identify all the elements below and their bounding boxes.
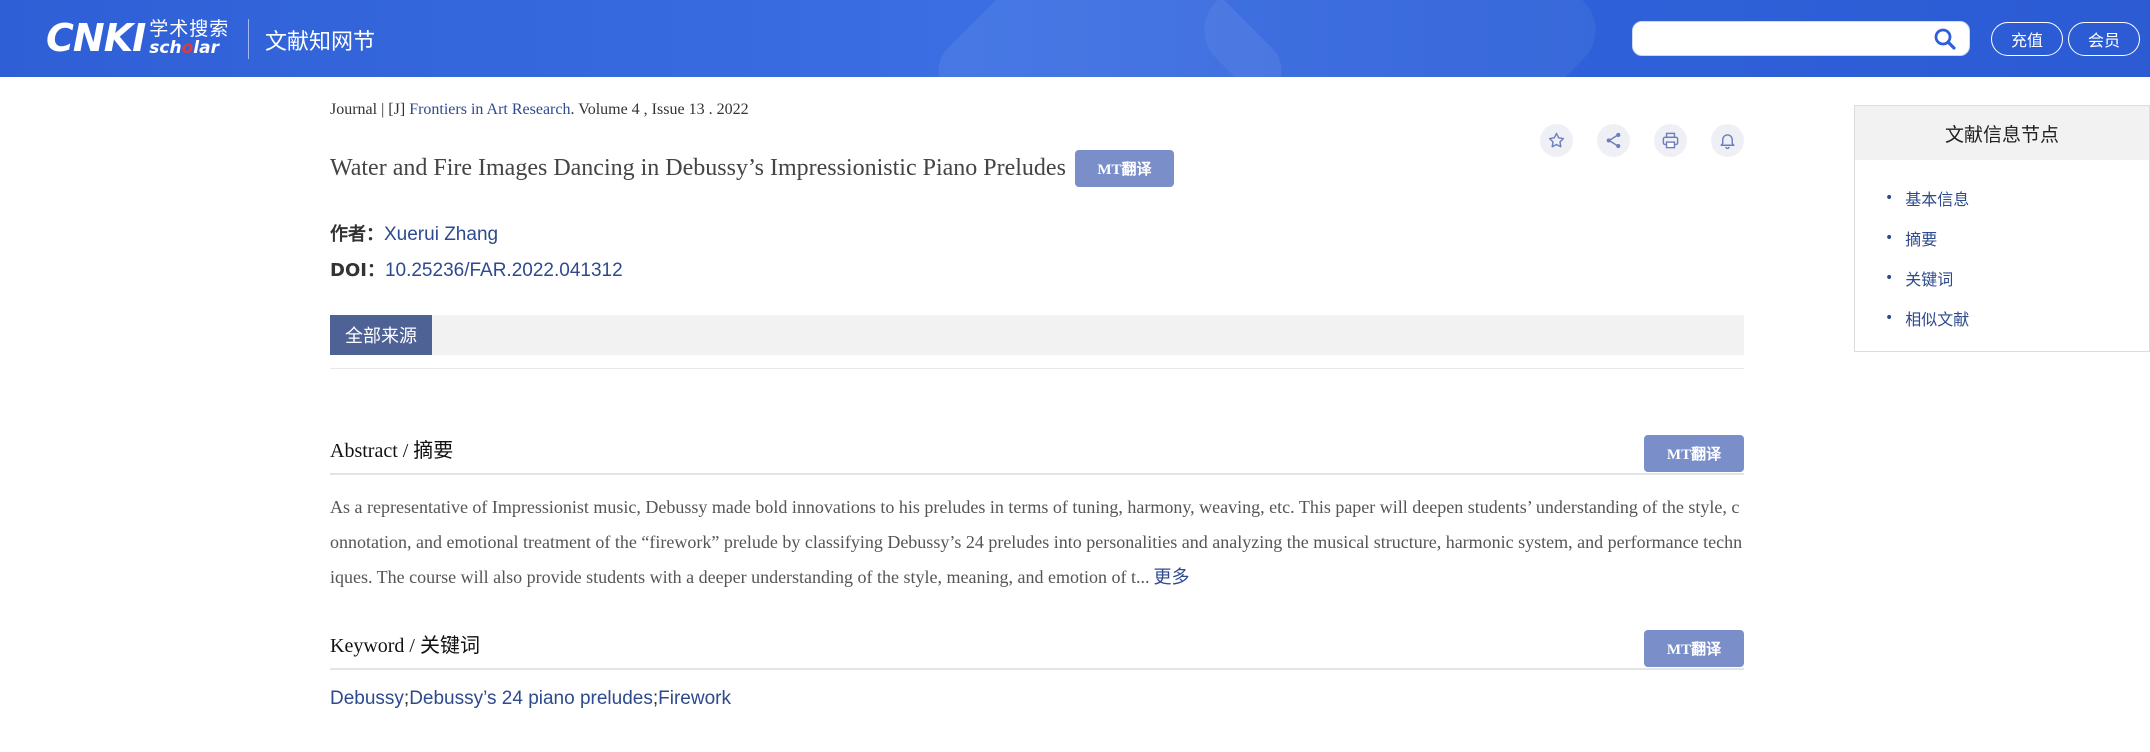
panel-nav: 基本信息 摘要 关键词 相似文献 (1855, 160, 2149, 338)
nav-item-abstract[interactable]: 摘要 (1885, 218, 2149, 258)
tab-all-sources[interactable]: 全部来源 (330, 315, 432, 355)
doi-line: DOI：10.25236/FAR.2022.041312 (330, 256, 623, 282)
search-icon[interactable] (1933, 27, 1957, 51)
cnki-scholar-logo[interactable]: CNKI 学术搜索 scholar (46, 14, 229, 62)
article-title: Water and Fire Images Dancing in Debussy… (330, 155, 1066, 181)
abstract-heading: Abstract / 摘要 (330, 440, 454, 462)
logo-cn-text: 学术搜索 (149, 17, 230, 40)
share-icon (1606, 132, 1621, 149)
abstract-text: As a representative of Impressionist mus… (330, 490, 1744, 595)
source-divider (330, 368, 1744, 369)
site-title: 文献知网节 (265, 30, 376, 55)
keyword-link[interactable]: Debussy (330, 688, 404, 709)
source-tab-bar (330, 315, 1744, 355)
recharge-button[interactable]: 充值 (1991, 22, 2063, 56)
nav-item-keywords[interactable]: 关键词 (1885, 258, 2149, 298)
nav-item-similar[interactable]: 相似文献 (1885, 298, 2149, 338)
doi-label: DOI： (330, 260, 385, 281)
author-label: 作者： (330, 224, 384, 245)
abstract-more-link[interactable]: 更多 (1153, 567, 1189, 587)
author-line: 作者：Xuerui Zhang (330, 220, 498, 246)
keyword-link[interactable]: Firework (658, 688, 731, 709)
print-icon (1662, 132, 1679, 149)
doi-link[interactable]: 10.25236/FAR.2022.041312 (385, 260, 623, 281)
keyword-divider (330, 668, 1744, 670)
title-mt-translate-button[interactable]: MT翻译 (1074, 150, 1174, 187)
favorite-button[interactable] (1540, 124, 1573, 157)
breadcrumb-prefix: Journal | [J] (330, 101, 410, 118)
author-link[interactable]: Xuerui Zhang (384, 224, 498, 245)
member-button[interactable]: 会员 (2068, 22, 2140, 56)
literature-info-nodes-panel: 文献信息节点 基本信息 摘要 关键词 相似文献 (1854, 105, 2150, 352)
share-button[interactable] (1597, 124, 1630, 157)
header-divider (248, 19, 249, 59)
keyword-mt-translate-button[interactable]: MT翻译 (1644, 630, 1744, 667)
keyword-link[interactable]: Debussy’s 24 piano preludes (409, 688, 653, 709)
article-actions (1540, 124, 1744, 157)
panel-title: 文献信息节点 (1855, 106, 2149, 160)
star-icon (1548, 132, 1565, 148)
abstract-body: As a representative of Impressionist mus… (330, 497, 1743, 587)
nav-item-basic-info[interactable]: 基本信息 (1885, 178, 2149, 218)
breadcrumb: Journal | [J] Frontiers in Art Research.… (330, 101, 749, 119)
abstract-divider (330, 473, 1744, 475)
notify-button[interactable] (1711, 124, 1744, 157)
logo-en-text: scholar (149, 37, 219, 58)
keyword-list: Debussy;Debussy’s 24 piano preludes;Fire… (330, 688, 731, 709)
header-decoration (1187, 0, 1613, 77)
logo-sub: 学术搜索 scholar (149, 17, 230, 58)
breadcrumb-suffix: . Volume 4 , Issue 13 . 2022 (570, 101, 749, 118)
bell-icon (1720, 134, 1735, 150)
search-input[interactable] (1632, 21, 1970, 56)
journal-link[interactable]: Frontiers in Art Research (409, 101, 570, 118)
logo-main-text: CNKI (46, 16, 146, 60)
article-title-row: Water and Fire Images Dancing in Debussy… (330, 150, 1174, 187)
keyword-heading: Keyword / 关键词 (330, 635, 480, 657)
top-header: CNKI 学术搜索 scholar 文献知网节 充值 会员 (0, 0, 2150, 77)
print-button[interactable] (1654, 124, 1687, 157)
abstract-mt-translate-button[interactable]: MT翻译 (1644, 435, 1744, 472)
